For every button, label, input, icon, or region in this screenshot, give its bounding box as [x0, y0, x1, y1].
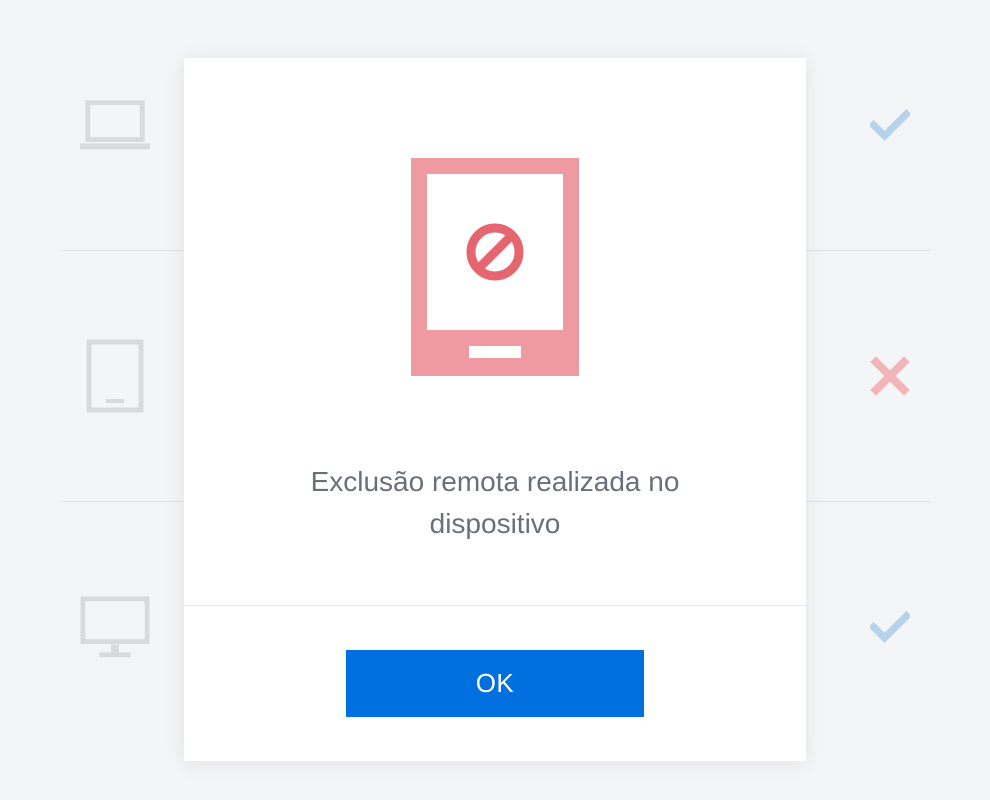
wiped-device-icon: [411, 158, 579, 381]
desktop-icon: [80, 602, 150, 652]
modal-body: Exclusão remota realizada no dispositivo: [184, 58, 806, 606]
checkmark-icon: [870, 105, 910, 145]
ok-button[interactable]: OK: [346, 650, 644, 717]
cross-icon: [870, 356, 910, 396]
tablet-icon: [80, 351, 150, 401]
modal-message: Exclusão remota realizada no dispositivo: [285, 461, 705, 545]
checkmark-icon: [870, 607, 910, 647]
laptop-icon: [80, 100, 150, 150]
modal-footer: OK: [184, 606, 806, 761]
remote-wipe-modal: Exclusão remota realizada no dispositivo…: [184, 58, 806, 761]
